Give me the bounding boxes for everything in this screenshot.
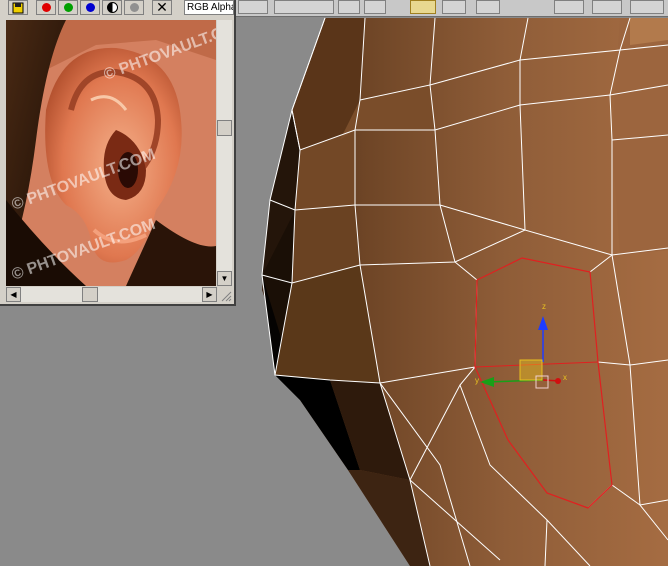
mono-channel-icon[interactable] xyxy=(124,0,144,15)
select-region-icon[interactable] xyxy=(238,0,268,14)
snap-icon[interactable] xyxy=(338,0,360,14)
mirror-icon[interactable] xyxy=(364,0,386,14)
toolbar-dropdown[interactable] xyxy=(274,0,334,14)
resize-grip-icon[interactable] xyxy=(219,289,232,302)
channel-select[interactable]: RGB Alpha xyxy=(184,0,234,15)
horizontal-scrollbar[interactable]: ◀ ▶ xyxy=(6,287,217,302)
rendered-image: © PHTOVAULT.COM © PHTOVAULT.COM © PHTOVA… xyxy=(6,20,216,286)
frame-buffer-window[interactable]: ✕ RGB Alpha © PHTOVAULT.COM © PHTOVAULT.… xyxy=(0,0,236,306)
green-channel-icon[interactable] xyxy=(58,0,78,15)
blue-channel-icon[interactable] xyxy=(80,0,100,15)
gizmo-y-label: y xyxy=(475,376,479,385)
scroll-right-icon[interactable]: ▶ xyxy=(202,287,217,302)
gizmo-plane-handle[interactable] xyxy=(519,359,543,381)
gizmo-x-tip xyxy=(555,378,561,384)
clear-icon[interactable]: ✕ xyxy=(152,0,172,15)
render-setup-icon[interactable] xyxy=(554,0,584,14)
main-toolbar xyxy=(234,0,668,17)
render-icon[interactable] xyxy=(630,0,664,14)
rotate-icon[interactable] xyxy=(442,0,466,14)
ear-image: © PHTOVAULT.COM © PHTOVAULT.COM © PHTOVA… xyxy=(6,20,216,286)
material-editor-icon[interactable] xyxy=(476,0,500,14)
red-channel-icon[interactable] xyxy=(36,0,56,15)
scroll-left-icon[interactable]: ◀ xyxy=(6,287,21,302)
gizmo-x-label: x xyxy=(563,373,567,382)
alpha-channel-icon[interactable] xyxy=(102,0,122,15)
horizontal-scroll-thumb[interactable] xyxy=(82,287,98,302)
select-move-icon[interactable] xyxy=(410,0,436,14)
scroll-down-icon[interactable]: ▼ xyxy=(217,271,232,286)
gizmo-z-label: z xyxy=(542,302,546,311)
vertical-scrollbar[interactable]: ▼ xyxy=(217,20,232,286)
vertical-scroll-thumb[interactable] xyxy=(217,120,232,136)
save-icon[interactable] xyxy=(8,0,28,15)
frame-toolbar: ✕ RGB Alpha xyxy=(4,0,234,16)
quick-render-icon[interactable] xyxy=(592,0,622,14)
